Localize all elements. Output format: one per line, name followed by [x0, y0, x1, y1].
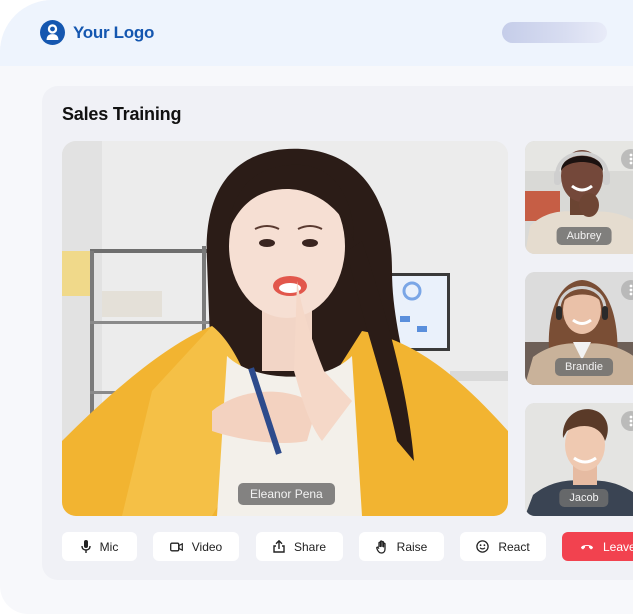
- logo[interactable]: Your Logo: [40, 20, 154, 45]
- speaker-video-frame: [62, 141, 508, 516]
- react-label: React: [498, 539, 530, 554]
- hang-up-phone-icon: [581, 545, 593, 550]
- share-upload-icon: [273, 540, 285, 553]
- raise-hand-icon: [375, 539, 386, 554]
- more-vertical-icon: [629, 284, 633, 296]
- smiley-icon: [476, 540, 490, 553]
- leave-label: Leave: [603, 539, 633, 554]
- raise-hand-button[interactable]: Raise: [359, 532, 444, 561]
- video-camera-icon: [169, 542, 183, 551]
- participant-name-tag: Jacob: [559, 489, 609, 507]
- meeting-app: Your Logo Sales Training Eleanor Pena Au…: [0, 0, 633, 614]
- share-label: Share: [293, 539, 327, 554]
- share-button[interactable]: Share: [256, 532, 343, 561]
- microphone-icon: [80, 540, 91, 553]
- meeting-title: Sales Training: [62, 104, 182, 124]
- video-button[interactable]: Video: [153, 532, 239, 561]
- user-circle-icon: [40, 20, 65, 45]
- participant-name-tag: Aubrey: [556, 227, 612, 245]
- participant-tile-brandie[interactable]: Brandie: [525, 272, 633, 385]
- participant-tile-aubrey[interactable]: Aubrey: [525, 141, 633, 254]
- meeting-panel: Sales Training Eleanor Pena Aubrey Brand…: [42, 86, 633, 580]
- more-vertical-icon: [629, 153, 633, 165]
- video-label: Video: [191, 539, 223, 554]
- speaker-name-tag: Eleanor Pena: [238, 483, 335, 505]
- top-header: Your Logo: [0, 0, 633, 66]
- react-button[interactable]: React: [460, 532, 546, 561]
- participant-tile-jacob[interactable]: Jacob: [525, 403, 633, 516]
- mic-button[interactable]: Mic: [62, 532, 137, 561]
- main-speaker-video[interactable]: Eleanor Pena: [62, 141, 508, 516]
- raise-label: Raise: [396, 539, 428, 554]
- leave-call-button[interactable]: Leave: [562, 532, 633, 561]
- more-vertical-icon: [629, 415, 633, 427]
- participant-name-tag: Brandie: [555, 358, 613, 376]
- header-placeholder-pill: [502, 22, 607, 43]
- mic-label: Mic: [99, 539, 119, 554]
- logo-text: Your Logo: [73, 22, 155, 42]
